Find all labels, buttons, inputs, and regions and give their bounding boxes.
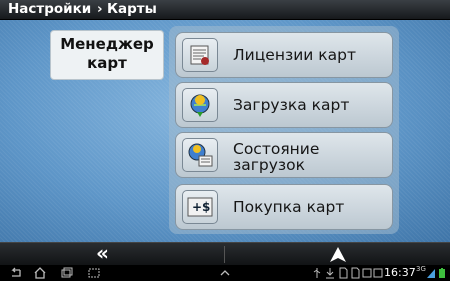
screenshot-icon[interactable] <box>87 267 101 279</box>
usb-icon <box>313 268 321 278</box>
breadcrumb-maps: Карты <box>107 1 157 17</box>
chevron-up-icon[interactable] <box>219 267 231 279</box>
download-status-label-line1: Состояние <box>233 140 320 158</box>
back-nav-icon[interactable] <box>9 267 23 279</box>
action-bar: « <box>0 242 450 266</box>
top-header: Настройки › Карты <box>0 0 450 20</box>
license-icon <box>182 38 218 72</box>
download-status-label: Состояние загрузок <box>233 135 319 179</box>
download-icon <box>326 268 334 279</box>
purchase-icon: +$ <box>182 190 218 224</box>
svg-text:+$: +$ <box>192 200 210 214</box>
map-download-label: Загрузка карт <box>233 96 350 114</box>
triangle-up-icon[interactable] <box>328 246 348 264</box>
recent-apps-icon[interactable] <box>60 267 74 279</box>
buy-maps-button[interactable]: +$ Покупка карт <box>175 184 393 230</box>
page-title: Менеджер карт <box>50 30 164 80</box>
image-icon <box>362 268 372 278</box>
home-nav-icon[interactable] <box>33 267 47 279</box>
signal-icon <box>427 269 435 278</box>
buy-maps-label: Покупка карт <box>233 198 345 216</box>
page-title-line1: Менеджер <box>60 35 154 53</box>
map-licenses-label: Лицензии карт <box>233 46 356 64</box>
breadcrumb-separator: › <box>97 1 103 17</box>
breadcrumb-settings[interactable]: Настройки <box>8 0 91 19</box>
double-chevron-left-icon[interactable]: « <box>96 243 118 266</box>
sd-card-icon-2 <box>351 267 360 279</box>
status-clock: 16:37 <box>384 266 416 279</box>
notification-icon <box>373 268 383 278</box>
map-download-button[interactable]: Загрузка карт <box>175 82 393 128</box>
battery-icon <box>439 268 445 278</box>
network-type-label: 3G <box>416 265 426 273</box>
page-title-line2: карт <box>87 54 127 72</box>
action-bar-divider <box>224 246 225 263</box>
download-status-button[interactable]: Состояние загрузок <box>175 132 393 178</box>
system-status-bar: 16:37 3G <box>0 265 450 281</box>
sd-card-icon <box>339 267 348 279</box>
globe-status-icon <box>182 138 218 172</box>
download-status-label-line2: загрузок <box>233 156 305 174</box>
globe-download-icon <box>182 88 218 122</box>
map-licenses-button[interactable]: Лицензии карт <box>175 32 393 78</box>
